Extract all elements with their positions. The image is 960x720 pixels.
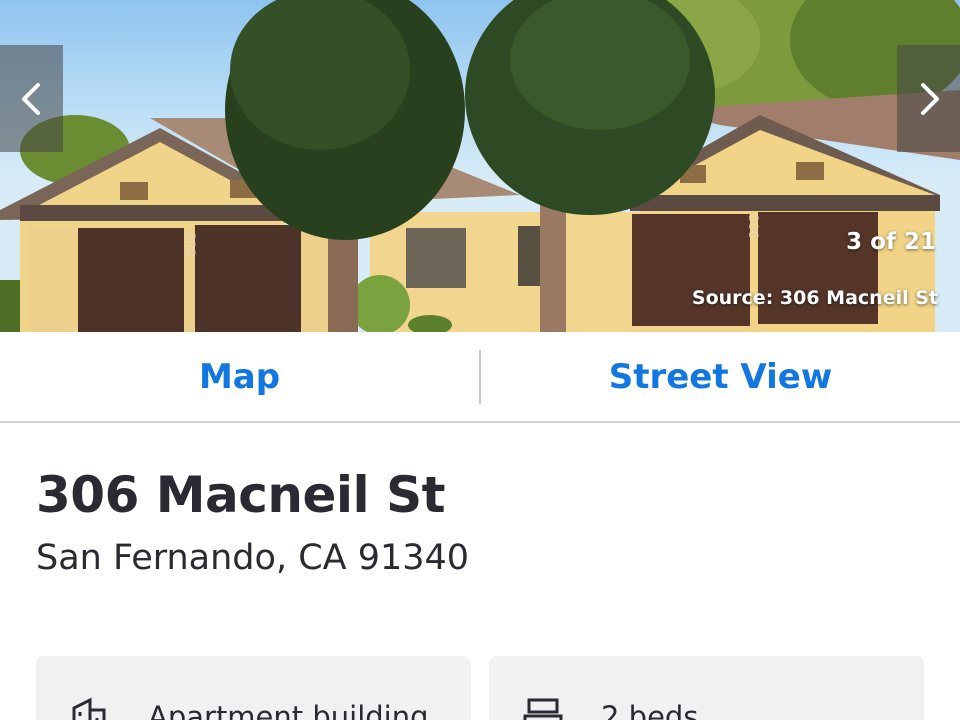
map-button[interactable]: Map	[0, 332, 479, 421]
photo-source: Source: 306 Macneil St	[691, 287, 938, 309]
house-number-306: 306	[745, 214, 760, 239]
photo-counter: 3 of 21	[846, 229, 936, 255]
chevron-right-icon	[920, 82, 939, 115]
fact-card-beds: 2 beds	[489, 656, 924, 720]
view-tabs: Map Street View	[0, 332, 960, 423]
listing-photo[interactable]: 308 306 3 of 21 Source: 306 Macneil St	[0, 0, 960, 332]
house-number-308: 308	[182, 232, 197, 257]
bed-icon	[523, 698, 563, 720]
house-photo-image	[0, 0, 960, 332]
building-icon	[72, 697, 106, 720]
street-view-button[interactable]: Street View	[481, 332, 960, 421]
previous-photo-button[interactable]	[0, 45, 63, 152]
chevron-left-icon	[21, 82, 40, 115]
fact-card-home-type: Apartment building	[36, 656, 471, 720]
fact-label-home-type: Apartment building	[148, 700, 429, 720]
fact-label-beds: 2 beds	[601, 700, 699, 720]
next-photo-button[interactable]	[897, 45, 960, 152]
address-city: San Fernando, CA 91340	[36, 538, 470, 578]
address-street: 306 Macneil St	[36, 466, 446, 524]
